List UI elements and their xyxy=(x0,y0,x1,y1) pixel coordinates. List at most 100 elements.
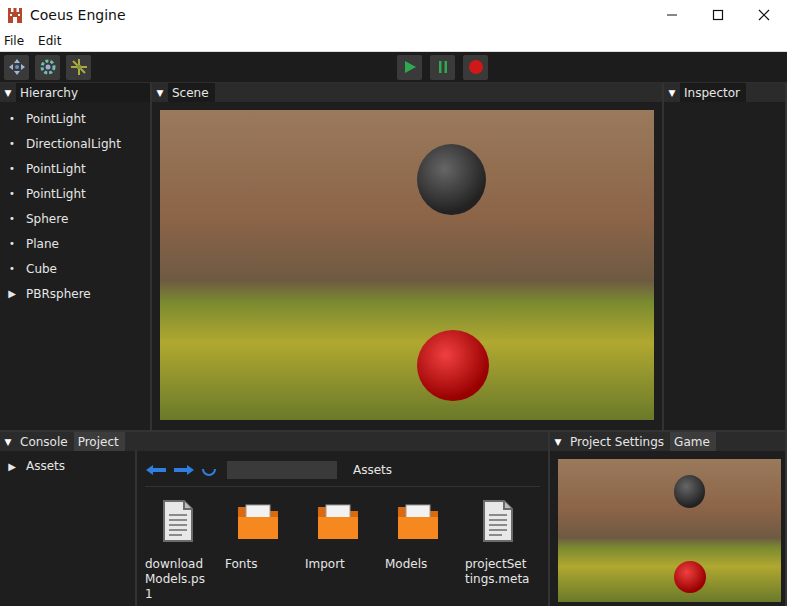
asset-item[interactable]: Import xyxy=(305,499,371,602)
tree-node-marker: • xyxy=(6,263,18,274)
dark-sphere xyxy=(674,475,705,508)
panel-tab[interactable]: Project Settings xyxy=(566,432,670,451)
stop-icon xyxy=(468,59,484,75)
stop-button[interactable] xyxy=(463,55,488,80)
asset-name: Models xyxy=(385,557,451,572)
bottom-area: ▼ConsoleProject▶AssetsAssetsdownloadMode… xyxy=(0,430,787,606)
move-tool-button[interactable] xyxy=(4,55,29,80)
hierarchy-item[interactable]: • PointLight xyxy=(0,106,150,131)
hierarchy-label: PointLight xyxy=(26,162,86,176)
panel-title: Inspector xyxy=(680,83,746,102)
red-sphere xyxy=(417,330,489,401)
collapse-toggle[interactable]: ▼ xyxy=(550,432,566,451)
tree-label: Assets xyxy=(26,459,65,473)
tree-item[interactable]: ▶ Assets xyxy=(0,457,135,475)
hierarchy-item[interactable]: • PointLight xyxy=(0,156,150,181)
expand-arrow: ▶ xyxy=(6,461,18,472)
menu-item[interactable]: File xyxy=(4,34,24,48)
editor-window: Coeus EngineFileEdit▼Hierarchy•PointLigh… xyxy=(0,0,787,606)
panel-header: ▼Project SettingsGame xyxy=(550,432,785,451)
hierarchy-list: •PointLight•DirectionalLight•PointLight•… xyxy=(0,102,150,306)
castle-logo-icon xyxy=(6,6,24,24)
asset-name: projectSettings.meta xyxy=(465,557,531,587)
panel-title: Hierarchy xyxy=(16,83,150,102)
scene-viewport[interactable] xyxy=(160,110,654,420)
panel-header: ▼ConsoleProject xyxy=(0,432,548,451)
forward-arrow-icon[interactable] xyxy=(173,464,195,476)
main-area: ▼Hierarchy•PointLight•DirectionalLight•P… xyxy=(0,82,787,430)
hierarchy-label: PointLight xyxy=(26,112,86,126)
collapse-toggle[interactable]: ▼ xyxy=(0,83,16,102)
title-bar: Coeus Engine xyxy=(0,0,787,30)
dark-sphere xyxy=(417,144,486,215)
hierarchy-label: PointLight xyxy=(26,187,86,201)
collapse-toggle[interactable]: ▼ xyxy=(0,432,16,451)
close-icon xyxy=(758,9,770,21)
tree-node-marker: • xyxy=(6,238,18,249)
document-icon xyxy=(480,499,516,543)
rotate-tool-button[interactable] xyxy=(35,55,60,80)
move-arrows-icon xyxy=(8,58,26,76)
back-arrow-icon[interactable] xyxy=(145,464,167,476)
asset-name: Fonts xyxy=(225,557,291,572)
hierarchy-item[interactable]: • DirectionalLight xyxy=(0,131,150,156)
hierarchy-item[interactable]: • Cube xyxy=(0,256,150,281)
navigation-bar: Assets xyxy=(145,459,540,487)
hierarchy-item[interactable]: ▶ PBRsphere xyxy=(0,281,150,306)
asset-item[interactable]: projectSettings.meta xyxy=(465,499,531,602)
document-icon xyxy=(160,499,196,543)
breadcrumb[interactable]: Assets xyxy=(353,463,392,477)
hierarchy-label: PBRsphere xyxy=(26,287,91,301)
asset-browser: Assets downloadModels.ps1 Fonts Import Model… xyxy=(137,451,548,606)
toolbar xyxy=(0,52,787,82)
panel-header: ▼Hierarchy xyxy=(0,83,150,102)
asset-item[interactable]: downloadModels.ps1 xyxy=(145,499,211,602)
search-field[interactable] xyxy=(227,461,337,479)
hierarchy-item[interactable]: • Sphere xyxy=(0,206,150,231)
panel-title: Scene xyxy=(168,83,215,102)
asset-name: Import xyxy=(305,557,371,572)
hierarchy-label: Sphere xyxy=(26,212,68,226)
play-icon xyxy=(403,60,417,74)
game-panel: ▼Project SettingsGame xyxy=(550,432,787,606)
hierarchy-panel: ▼Hierarchy•PointLight•DirectionalLight•P… xyxy=(0,83,152,430)
tree-node-marker: • xyxy=(6,188,18,199)
maximize-icon xyxy=(712,9,724,21)
window-title: Coeus Engine xyxy=(30,7,126,23)
scale-tool-button[interactable] xyxy=(66,55,91,80)
hierarchy-label: DirectionalLight xyxy=(26,137,121,151)
menu-bar: File Edit xyxy=(0,30,787,52)
red-sphere xyxy=(674,561,706,594)
panel-tab[interactable]: Project xyxy=(74,432,125,451)
file-grid: downloadModels.ps1 Fonts Import Models proje… xyxy=(145,487,540,602)
panel-header: ▼Inspector xyxy=(664,83,785,102)
tree-node-marker: • xyxy=(6,113,18,124)
hierarchy-item[interactable]: • PointLight xyxy=(0,181,150,206)
hierarchy-label: Cube xyxy=(26,262,57,276)
hierarchy-item[interactable]: •Plane xyxy=(0,231,150,256)
pause-icon xyxy=(436,60,450,74)
tree-node-marker: • xyxy=(6,213,18,224)
refresh-icon[interactable] xyxy=(201,463,217,477)
asset-item[interactable]: Fonts xyxy=(225,499,291,602)
minimize-button[interactable] xyxy=(649,0,695,30)
project-panel: ▼ConsoleProject ▶ Assets Assets downloadMode… xyxy=(0,432,550,606)
collapse-toggle[interactable]: ▼ xyxy=(152,83,168,102)
close-button[interactable] xyxy=(741,0,787,30)
play-button[interactable] xyxy=(397,55,422,80)
scale-arrows-icon xyxy=(70,58,88,76)
tree-node-marker: • xyxy=(6,163,18,174)
asset-item[interactable]: Models xyxy=(385,499,451,602)
rotate-gear-icon xyxy=(39,58,57,76)
menu-item[interactable]: Edit xyxy=(38,34,61,48)
panel-tab[interactable]: Console xyxy=(16,432,74,451)
tree-node-marker: • xyxy=(6,138,18,149)
asset-name: downloadModels.ps1 xyxy=(145,557,211,602)
panel-header: ▼Scene xyxy=(152,83,662,102)
maximize-button[interactable] xyxy=(695,0,741,30)
panel-tab[interactable]: Game xyxy=(670,432,716,451)
tree-node-marker: ▶ xyxy=(6,288,18,299)
inspector-panel: ▼Inspector xyxy=(664,83,787,430)
pause-button[interactable] xyxy=(430,55,455,80)
collapse-toggle[interactable]: ▼ xyxy=(664,83,680,102)
